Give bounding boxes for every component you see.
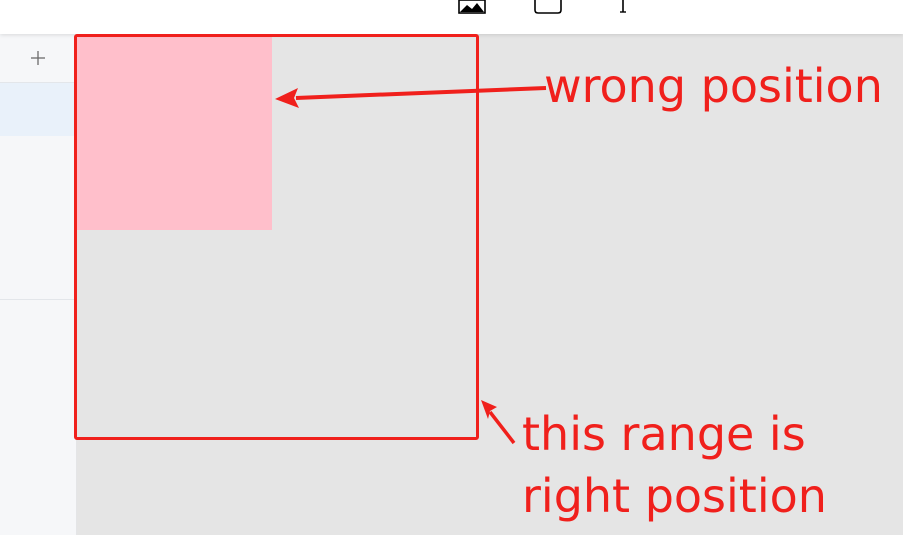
wrong-position-label: wrong position xyxy=(544,59,883,113)
app-window: wrong position this range is right posit… xyxy=(0,0,903,535)
add-page-button[interactable] xyxy=(0,34,76,83)
image-tool-button[interactable] xyxy=(458,0,486,14)
sidebar-item[interactable] xyxy=(0,136,76,300)
right-position-label-line2: right position xyxy=(522,469,827,523)
rectangle-icon xyxy=(534,0,562,14)
image-icon xyxy=(458,0,486,14)
right-position-label: this range is right position xyxy=(522,403,827,527)
right-position-highlight-box xyxy=(74,34,479,440)
right-position-label-line1: this range is xyxy=(522,407,806,461)
sidebar-item-selected[interactable] xyxy=(0,83,76,136)
plus-icon xyxy=(31,51,45,65)
text-tool-button[interactable] xyxy=(614,0,632,14)
text-icon xyxy=(620,0,626,13)
top-toolbar xyxy=(0,0,903,34)
rectangle-tool-button[interactable] xyxy=(534,0,562,14)
left-sidebar xyxy=(0,34,77,535)
